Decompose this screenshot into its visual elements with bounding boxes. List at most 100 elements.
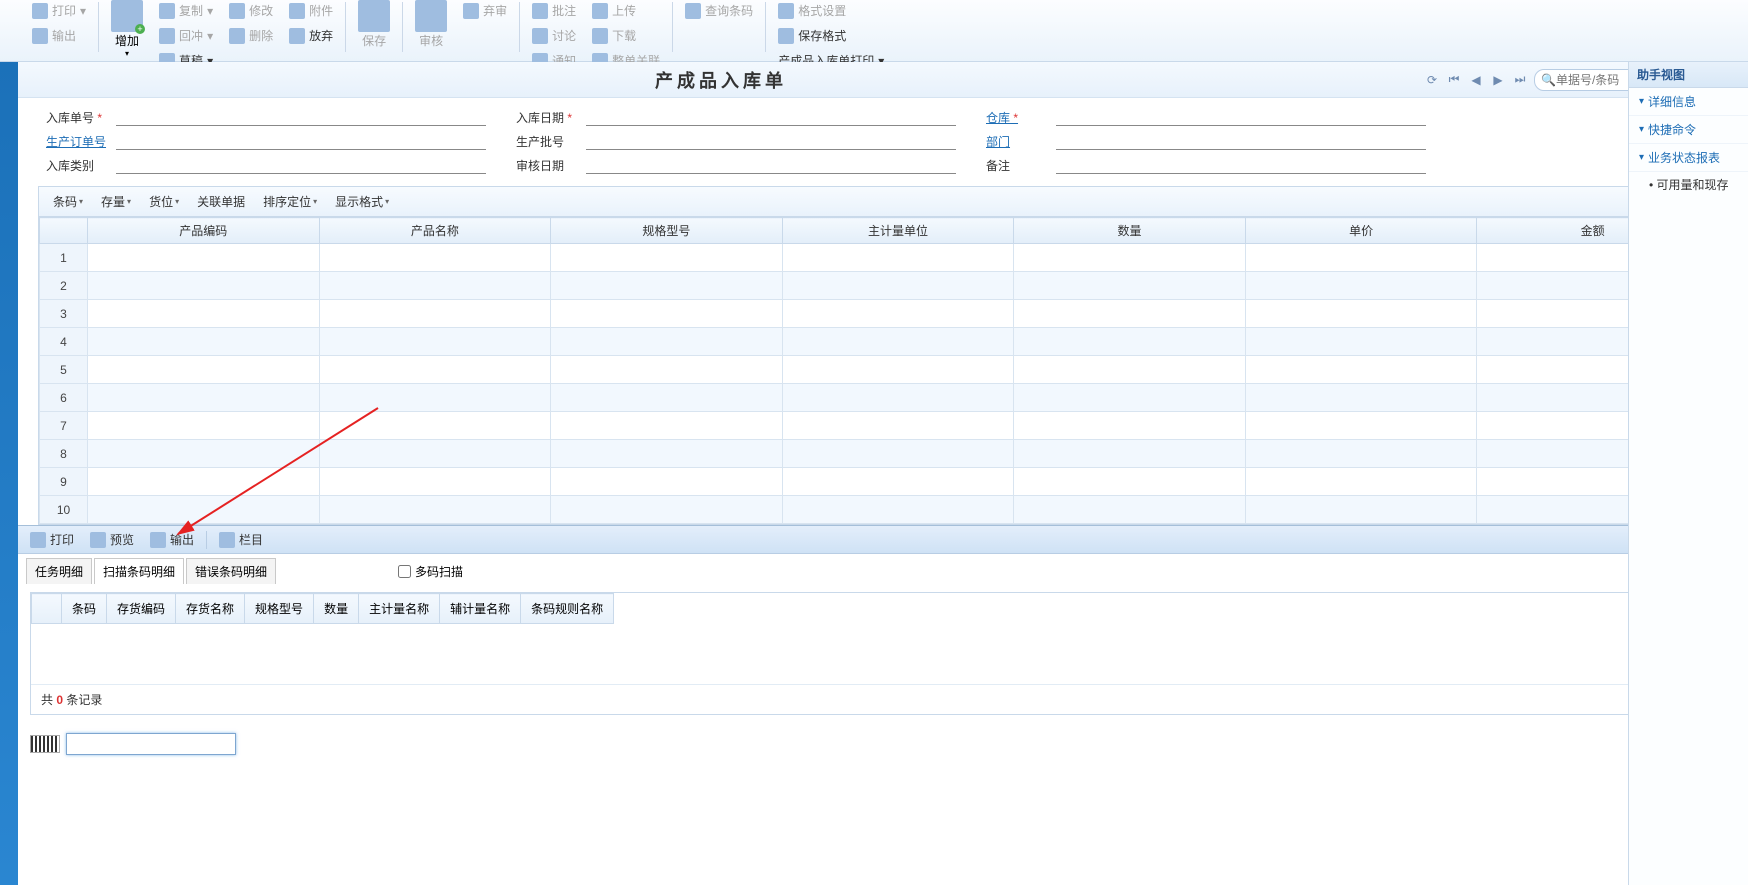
input-remark[interactable] — [1056, 156, 1426, 174]
grid-cell[interactable] — [1014, 272, 1246, 300]
label-dept[interactable]: 部门 — [986, 133, 1056, 150]
nav-first-button[interactable]: ⏮ — [1446, 72, 1462, 88]
bp-columns-button[interactable]: 栏目 — [215, 531, 267, 548]
copy-button[interactable]: 复制▾ — [155, 0, 217, 21]
nav-prev-button[interactable]: ◀ — [1468, 72, 1484, 88]
tb-sort[interactable]: 排序定位▾ — [257, 191, 323, 212]
grid-cell[interactable] — [1245, 384, 1477, 412]
grid-cell[interactable] — [1014, 412, 1246, 440]
approve-button[interactable]: 批注 — [528, 0, 580, 21]
grid-cell[interactable] — [1014, 384, 1246, 412]
grid-cell[interactable] — [88, 412, 320, 440]
input-doc-no[interactable] — [116, 108, 486, 126]
save-format-button[interactable]: 保存格式 — [774, 25, 888, 46]
table-row[interactable]: 5 — [40, 356, 1709, 384]
upload-button[interactable]: 上传 — [588, 0, 664, 21]
table-row[interactable]: 8 — [40, 440, 1709, 468]
table-row[interactable]: 6 — [40, 384, 1709, 412]
grid-cell[interactable] — [1014, 496, 1246, 524]
grid-cell[interactable] — [88, 468, 320, 496]
nav-next-button[interactable]: ▶ — [1490, 72, 1506, 88]
input-dept[interactable] — [1056, 132, 1426, 150]
grid-cell[interactable] — [551, 244, 783, 272]
grid-cell[interactable] — [1014, 356, 1246, 384]
grid-cell[interactable] — [1014, 328, 1246, 356]
grid-cell[interactable] — [319, 328, 551, 356]
table-row[interactable]: 3 — [40, 300, 1709, 328]
main-grid[interactable]: 产品编码产品名称规格型号主计量单位数量单价金额 12345678910 — [39, 217, 1709, 524]
grid-cell[interactable] — [782, 384, 1014, 412]
grid-cell[interactable] — [551, 300, 783, 328]
grid-cell[interactable] — [551, 440, 783, 468]
tb-display[interactable]: 显示格式▾ — [329, 191, 395, 212]
subgrid-col-header[interactable]: 条码规则名称 — [521, 594, 614, 624]
input-type[interactable] — [116, 156, 486, 174]
grid-cell[interactable] — [88, 496, 320, 524]
grid-cell[interactable] — [319, 468, 551, 496]
table-row[interactable]: 2 — [40, 272, 1709, 300]
add-button[interactable]: 增加▾ — [103, 0, 151, 58]
grid-cell[interactable] — [88, 356, 320, 384]
grid-cell[interactable] — [319, 272, 551, 300]
tb-barcode[interactable]: 条码▾ — [47, 191, 89, 212]
grid-cell[interactable] — [88, 440, 320, 468]
grid-cell[interactable] — [551, 328, 783, 356]
tb-stock[interactable]: 存量▾ — [95, 191, 137, 212]
grid-col-header[interactable]: 产品名称 — [319, 218, 551, 244]
grid-cell[interactable] — [551, 272, 783, 300]
grid-cell[interactable] — [1014, 244, 1246, 272]
delete-button[interactable]: 删除 — [225, 25, 277, 46]
export-button[interactable]: 输出 — [28, 25, 90, 46]
print-button[interactable]: 打印▾ — [28, 0, 90, 21]
grid-cell[interactable] — [319, 244, 551, 272]
audit-button[interactable]: 审核 — [407, 0, 455, 49]
undo-button[interactable]: 回冲▾ — [155, 25, 217, 46]
bp-print-button[interactable]: 打印 — [26, 531, 78, 548]
grid-cell[interactable] — [1245, 468, 1477, 496]
input-batch[interactable] — [586, 132, 956, 150]
tb-loc[interactable]: 货位▾ — [143, 191, 185, 212]
grid-cell[interactable] — [1245, 440, 1477, 468]
rp-biz-status[interactable]: ▾业务状态报表 — [1629, 144, 1748, 172]
multi-scan-checkbox[interactable] — [398, 565, 411, 578]
grid-cell[interactable] — [551, 496, 783, 524]
grid-cell[interactable] — [551, 468, 783, 496]
grid-cell[interactable] — [551, 356, 783, 384]
tab-scan-barcode[interactable]: 扫描条码明细 — [94, 558, 184, 584]
grid-cell[interactable] — [88, 328, 320, 356]
discuss-button[interactable]: 讨论 — [528, 25, 580, 46]
sub-grid[interactable]: 条码存货编码存货名称规格型号数量主计量名称辅计量名称条码规则名称 — [31, 593, 614, 624]
bp-preview-button[interactable]: 预览 — [86, 531, 138, 548]
input-audit-date[interactable] — [586, 156, 956, 174]
tab-task-detail[interactable]: 任务明细 — [26, 558, 92, 584]
grid-col-header[interactable]: 主计量单位 — [782, 218, 1014, 244]
save-button[interactable]: 保存 — [350, 0, 398, 49]
grid-cell[interactable] — [782, 244, 1014, 272]
query-barcode-button[interactable]: 查询条码 — [681, 0, 757, 21]
grid-cell[interactable] — [88, 300, 320, 328]
rp-detail-info[interactable]: ▾详细信息 — [1629, 88, 1748, 116]
grid-cell[interactable] — [319, 440, 551, 468]
label-prod-order[interactable]: 生产订单号 — [46, 133, 116, 150]
grid-cell[interactable] — [1245, 328, 1477, 356]
input-warehouse[interactable] — [1056, 108, 1426, 126]
grid-cell[interactable] — [551, 384, 783, 412]
grid-cell[interactable] — [1014, 468, 1246, 496]
subgrid-col-header[interactable]: 主计量名称 — [359, 594, 440, 624]
grid-cell[interactable] — [1014, 300, 1246, 328]
grid-cell[interactable] — [319, 496, 551, 524]
rp-bullet-stock[interactable]: 可用量和现存 — [1629, 172, 1748, 197]
grid-cell[interactable] — [88, 384, 320, 412]
grid-cell[interactable] — [782, 300, 1014, 328]
grid-cell[interactable] — [782, 272, 1014, 300]
grid-cell[interactable] — [319, 384, 551, 412]
subgrid-col-header[interactable]: 规格型号 — [245, 594, 314, 624]
subgrid-col-header[interactable]: 数量 — [314, 594, 359, 624]
subgrid-col-header[interactable]: 存货编码 — [107, 594, 176, 624]
grid-col-header[interactable]: 数量 — [1014, 218, 1246, 244]
tab-error-barcode[interactable]: 错误条码明细 — [186, 558, 276, 584]
bp-export-button[interactable]: 输出 — [146, 531, 198, 548]
grid-cell[interactable] — [88, 272, 320, 300]
grid-cell[interactable] — [88, 244, 320, 272]
attach-button[interactable]: 附件 — [285, 0, 337, 21]
